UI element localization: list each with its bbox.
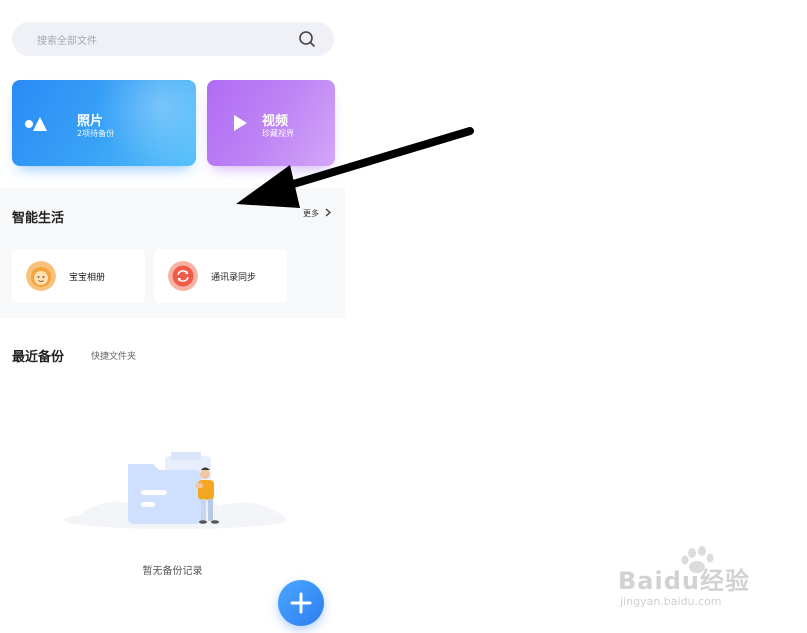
- baby-album-label: 宝宝相册: [69, 273, 106, 283]
- recent-backup-title[interactable]: 最近备份: [12, 346, 64, 365]
- empty-folder-illustration: [63, 452, 287, 529]
- photos-card-subtitle: 2项待备份: [77, 129, 115, 138]
- videos-card-subtitle: 珍藏视界: [262, 129, 294, 138]
- add-backup-button[interactable]: [278, 580, 324, 626]
- search-placeholder: 搜索全部文件: [37, 36, 97, 47]
- contacts-sync-icon: [168, 261, 198, 291]
- watermark-text: Baidu经验: [618, 567, 750, 595]
- quick-folder-tab[interactable]: 快捷文件夹: [91, 349, 136, 362]
- contacts-sync-label: 通讯录同步: [211, 273, 257, 283]
- baidu-watermark: Baidu经验 jingyan.baidu.com: [618, 545, 768, 615]
- more-link[interactable]: 更多: [303, 208, 332, 219]
- search-bar[interactable]: 搜索全部文件: [12, 22, 334, 56]
- photo-shapes-icon: [25, 117, 47, 131]
- plus-icon: [290, 592, 312, 614]
- baby-album-card[interactable]: 宝宝相册: [12, 249, 145, 303]
- watermark-url: jingyan.baidu.com: [620, 595, 722, 608]
- card-glow: [96, 80, 196, 166]
- photos-card-title: 照片: [77, 114, 104, 129]
- smart-life-title: 智能生活: [12, 211, 65, 226]
- empty-state-text: 暂无备份记录: [142, 566, 203, 577]
- app-screen: 搜索全部文件 照片 2项待备份 视频 珍藏视界 智能生活 更多 宝宝相册 通讯录…: [0, 0, 345, 633]
- play-icon: [234, 115, 247, 131]
- search-icon[interactable]: [298, 30, 316, 48]
- contacts-sync-card[interactable]: 通讯录同步: [154, 249, 287, 303]
- videos-card-title: 视频: [262, 114, 289, 129]
- more-link-label: 更多: [303, 209, 319, 218]
- baby-face-icon: [26, 261, 56, 291]
- chevron-right-icon: [325, 208, 331, 217]
